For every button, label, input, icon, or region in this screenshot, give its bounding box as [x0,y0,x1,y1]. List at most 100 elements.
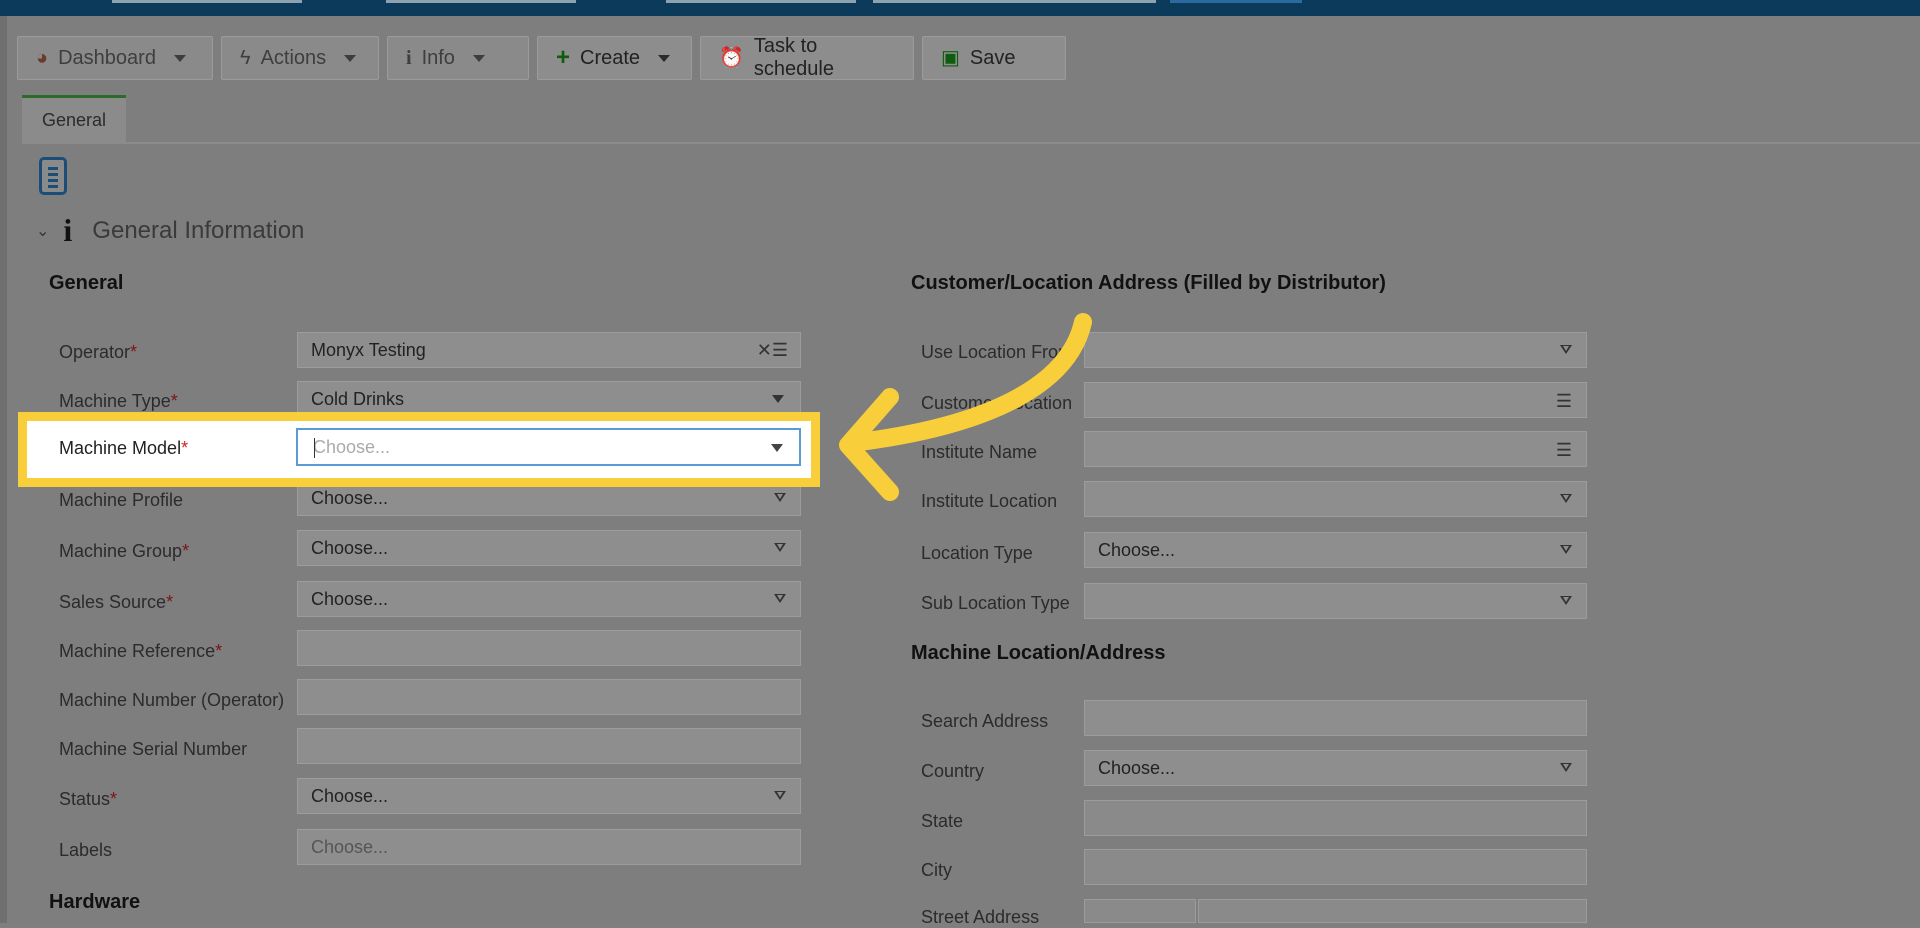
plus-icon: + [556,44,571,71]
machine-group-label: Machine Group* [59,541,190,561]
info-button[interactable]: i Info [387,36,529,80]
top-nav-tab[interactable] [386,0,576,3]
create-button-label: Create [580,46,641,69]
country-label: Country [921,761,985,781]
list-icon[interactable]: ☰ [1556,440,1572,461]
institute-location-select[interactable] [1084,481,1587,517]
info-button-label: Info [421,46,455,69]
status-label: Status* [59,789,118,809]
info-icon: i [63,212,73,248]
dashboard-button[interactable]: ◕ Dashboard [17,36,213,80]
dropdown-triangle-icon [774,791,786,800]
top-nav-tab[interactable] [873,0,1156,3]
section-header[interactable]: ⌄ i General Information [36,212,304,249]
machine-group-value: Choose... [311,537,389,558]
create-button[interactable]: + Create [537,36,692,80]
sales-source-label: Sales Source* [59,592,174,612]
document-icon [39,157,67,195]
left-edge-strip [0,16,7,923]
save-button[interactable]: ▣ Save [922,36,1066,80]
tab-divider [22,142,1920,144]
status-select[interactable]: Choose... [297,778,801,814]
hardware-heading: Hardware [49,891,141,913]
street-name-input[interactable] [1198,899,1587,923]
machine-serial-label: Machine Serial Number [59,739,248,759]
dropdown-triangle-icon [1560,345,1572,354]
top-nav-tab[interactable] [112,0,302,3]
city-input[interactable] [1084,849,1587,885]
institute-name-input[interactable]: ☰ [1084,431,1587,467]
dashboard-button-label: Dashboard [58,46,156,69]
list-icon[interactable]: ☰ [1556,391,1572,412]
machine-profile-value: Choose... [311,487,389,508]
city-label: City [921,860,952,880]
dropdown-triangle-icon [774,594,786,603]
sub-location-type-label: Sub Location Type [921,593,1070,613]
tab-general-label: General [41,109,107,130]
location-type-select[interactable]: Choose... [1084,532,1587,568]
lightning-icon: ϟ [240,47,251,69]
pie-chart-icon: ◕ [36,47,49,69]
street-address-label: Street Address [921,907,1040,927]
sub-location-type-select[interactable] [1084,583,1587,619]
chevron-down-icon[interactable]: ⌄ [36,221,49,241]
clear-list-icon[interactable]: ✕☰ [757,340,788,361]
task-to-schedule-label: Task to schedule [753,35,834,80]
machine-model-placeholder: Choose... [313,436,391,457]
chevron-down-icon [772,395,784,403]
machine-location-heading: Machine Location/Address [911,642,1166,664]
machine-number-label: Machine Number (Operator) [59,690,285,710]
task-to-schedule-button[interactable]: ⏰ Task to schedule [700,35,914,80]
status-value: Choose... [311,785,389,806]
customer-location-heading: Customer/Location Address (Filled by Dis… [911,272,1386,294]
institute-location-label: Institute Location [921,491,1058,511]
state-input[interactable] [1084,800,1587,836]
country-select[interactable]: Choose... [1084,750,1587,786]
use-location-select[interactable] [1084,332,1587,368]
customer-location-input[interactable]: ☰ [1084,382,1587,418]
save-button-label: Save [969,46,1016,69]
alarm-clock-icon: ⏰ [719,47,744,69]
search-address-input[interactable] [1084,700,1587,736]
top-nav-tab[interactable] [666,0,856,3]
machine-type-value: Cold Drinks [311,388,405,409]
operator-label: Operator* [59,342,138,362]
machine-number-input[interactable] [297,679,801,715]
sales-source-value: Choose... [311,588,389,609]
chevron-down-icon [771,444,783,452]
institute-name-label: Institute Name [921,442,1038,462]
machine-type-label: Machine Type* [59,391,178,411]
street-number-input[interactable] [1084,899,1196,923]
top-navigation-bar [0,0,1920,16]
search-address-label: Search Address [921,711,1049,731]
chevron-down-icon [472,54,485,62]
machine-reference-input[interactable] [297,630,801,666]
dropdown-triangle-icon [1560,596,1572,605]
dropdown-triangle-icon [774,493,786,502]
tab-general[interactable]: General [22,95,126,142]
sales-source-select[interactable]: Choose... [297,581,801,617]
machine-model-label: Machine Model* [59,438,189,458]
machine-reference-label: Machine Reference* [59,641,223,661]
toolbar: ◕ Dashboard ϟ Actions i Info + Create ⏰ … [17,35,1066,80]
chevron-down-icon [344,54,357,62]
general-heading: General [49,272,124,294]
save-icon: ▣ [941,47,960,69]
machine-profile-label: Machine Profile [59,490,184,510]
actions-button[interactable]: ϟ Actions [221,36,379,80]
country-value: Choose... [1098,757,1176,778]
chevron-down-icon [658,54,671,62]
dropdown-triangle-icon [774,543,786,552]
text-cursor [314,438,315,458]
machine-group-select[interactable]: Choose... [297,530,801,566]
labels-input[interactable]: Choose... [297,829,801,865]
info-icon: i [406,47,412,69]
operator-field[interactable]: Monyx Testing ✕☰ [297,332,801,368]
machine-model-select[interactable]: Choose... [296,428,801,466]
machine-serial-input[interactable] [297,728,801,764]
dropdown-triangle-icon [1560,763,1572,772]
use-location-label: Use Location From [921,342,1074,362]
top-nav-tab-active[interactable] [1170,0,1302,3]
section-title: General Information [92,216,305,244]
labels-label: Labels [59,840,113,860]
